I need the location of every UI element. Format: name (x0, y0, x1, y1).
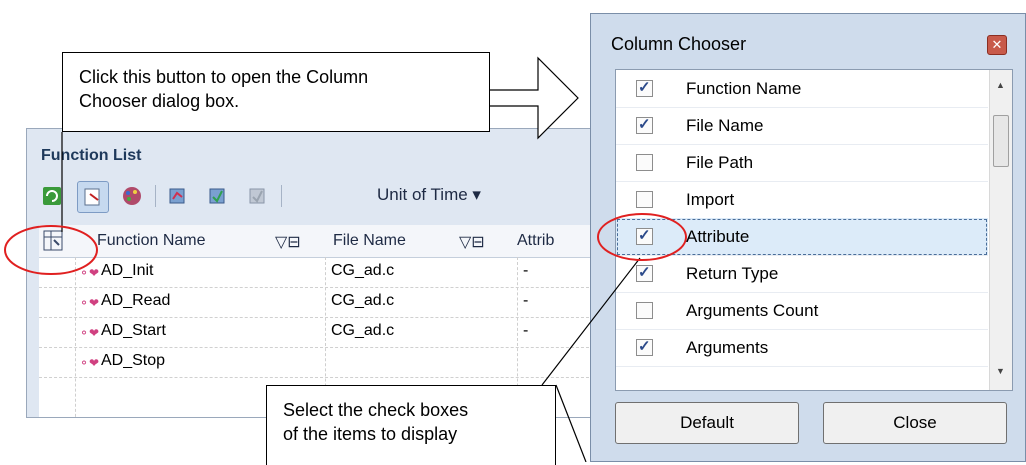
column-item-label: Function Name (686, 79, 802, 98)
toolbar-separator (155, 185, 156, 207)
function-name-cell: AD_Init (101, 262, 154, 279)
attribute-cell: - (523, 292, 529, 309)
function-list-panel: Function List Unit of Time ▾ Function Na (26, 128, 601, 418)
callout-select-items: Select the check boxes of the items to d… (266, 385, 556, 465)
attribute-cell: - (523, 322, 529, 339)
column-item[interactable]: Arguments (616, 329, 988, 367)
checkbox[interactable] (636, 226, 653, 245)
column-list: Function Name File Name File Path Import… (615, 69, 1013, 391)
dialog-title: Column Chooser (611, 34, 747, 54)
table-row[interactable]: ⚬❤ AD_Read CG_ad.c - (39, 287, 599, 318)
column-item[interactable]: Arguments Count (616, 292, 988, 330)
unit-of-time-dropdown[interactable]: Unit of Time ▾ (377, 185, 481, 205)
callout-line: Chooser dialog box. (79, 91, 240, 111)
function-name-cell: AD_Read (101, 292, 171, 309)
column-item[interactable]: File Path (616, 144, 988, 182)
column-chooser-button[interactable] (41, 228, 69, 254)
table-row[interactable]: ⚬❤ AD_Stop (39, 347, 599, 378)
column-item-label: File Name (686, 116, 764, 135)
checkbox[interactable] (636, 337, 653, 356)
column-item-label: Import (686, 190, 735, 209)
pointer-arrow-icon (490, 56, 579, 140)
checkbox[interactable] (636, 115, 653, 134)
function-name-cell: AD_Start (101, 322, 166, 339)
column-item[interactable]: Import (616, 181, 988, 219)
filter-icon[interactable]: ▽⊟ (459, 232, 485, 252)
function-name-cell: AD_Stop (101, 352, 166, 369)
header-file-name[interactable]: File Name (333, 232, 406, 250)
function-list-toolbar: Unit of Time ▾ (37, 177, 537, 217)
scroll-down-icon[interactable]: ▼ (996, 366, 1005, 376)
column-chooser-toolbar-icon[interactable] (77, 181, 109, 213)
function-list-title: Function List (41, 147, 142, 164)
column-item-selected[interactable]: Attribute (616, 218, 988, 256)
checkbox[interactable] (636, 302, 653, 319)
profile-icon-2[interactable] (203, 181, 233, 211)
file-name-cell: CG_ad.c (331, 292, 395, 309)
close-button[interactable]: Close (823, 402, 1007, 444)
profile-icon-3[interactable] (243, 181, 273, 211)
close-icon[interactable]: ✕ (987, 35, 1007, 55)
function-icon: ⚬❤ (79, 266, 100, 280)
function-icon: ⚬❤ (79, 356, 100, 370)
scroll-up-icon[interactable]: ▲ (996, 80, 1005, 90)
column-item-label: Attribute (686, 227, 750, 246)
checkbox[interactable] (636, 78, 653, 97)
column-item-label: File Path (686, 153, 754, 172)
checkbox[interactable] (636, 154, 653, 171)
column-item-label: Arguments Count (686, 301, 819, 320)
column-chooser-dialog: Column Chooser ✕ Function Name File Name… (590, 13, 1026, 462)
grid-header: Function Name ▽⊟ File Name ▽⊟ Attrib (39, 225, 599, 258)
profile-icon-1[interactable] (163, 181, 193, 211)
column-item-label: Arguments (686, 338, 769, 357)
column-item[interactable]: File Name (616, 107, 988, 145)
table-row[interactable]: ⚬❤ AD_Start CG_ad.c - (39, 317, 599, 348)
function-icon: ⚬❤ (79, 296, 100, 310)
table-row[interactable]: ⚬❤ AD_Init CG_ad.c - (39, 257, 599, 288)
checkbox[interactable] (636, 191, 653, 208)
callout-line: Click this button to open the Column (79, 67, 369, 87)
palette-icon[interactable] (117, 181, 147, 211)
callout-line: of the items to display (283, 424, 458, 444)
toolbar-separator-2 (281, 185, 282, 207)
attribute-cell: - (523, 262, 529, 279)
column-item[interactable]: Return Type (616, 255, 988, 293)
callout-line: Select the check boxes (283, 400, 469, 420)
file-name-cell: CG_ad.c (331, 322, 395, 339)
column-item[interactable]: Function Name (616, 70, 988, 108)
column-item-label: Return Type (686, 264, 779, 283)
filter-icon[interactable]: ▽⊟ (275, 232, 301, 252)
refresh-icon[interactable] (37, 181, 67, 211)
scrollbar[interactable]: ▲ ▼ (989, 70, 1012, 390)
file-name-cell: CG_ad.c (331, 262, 395, 279)
scroll-thumb[interactable] (993, 115, 1009, 167)
callout-open-dialog: Click this button to open the Column Cho… (62, 52, 490, 132)
header-attribute[interactable]: Attrib (517, 232, 554, 250)
checkbox[interactable] (636, 263, 653, 282)
default-button[interactable]: Default (615, 402, 799, 444)
function-icon: ⚬❤ (79, 326, 100, 340)
header-function-name[interactable]: Function Name (97, 232, 206, 250)
